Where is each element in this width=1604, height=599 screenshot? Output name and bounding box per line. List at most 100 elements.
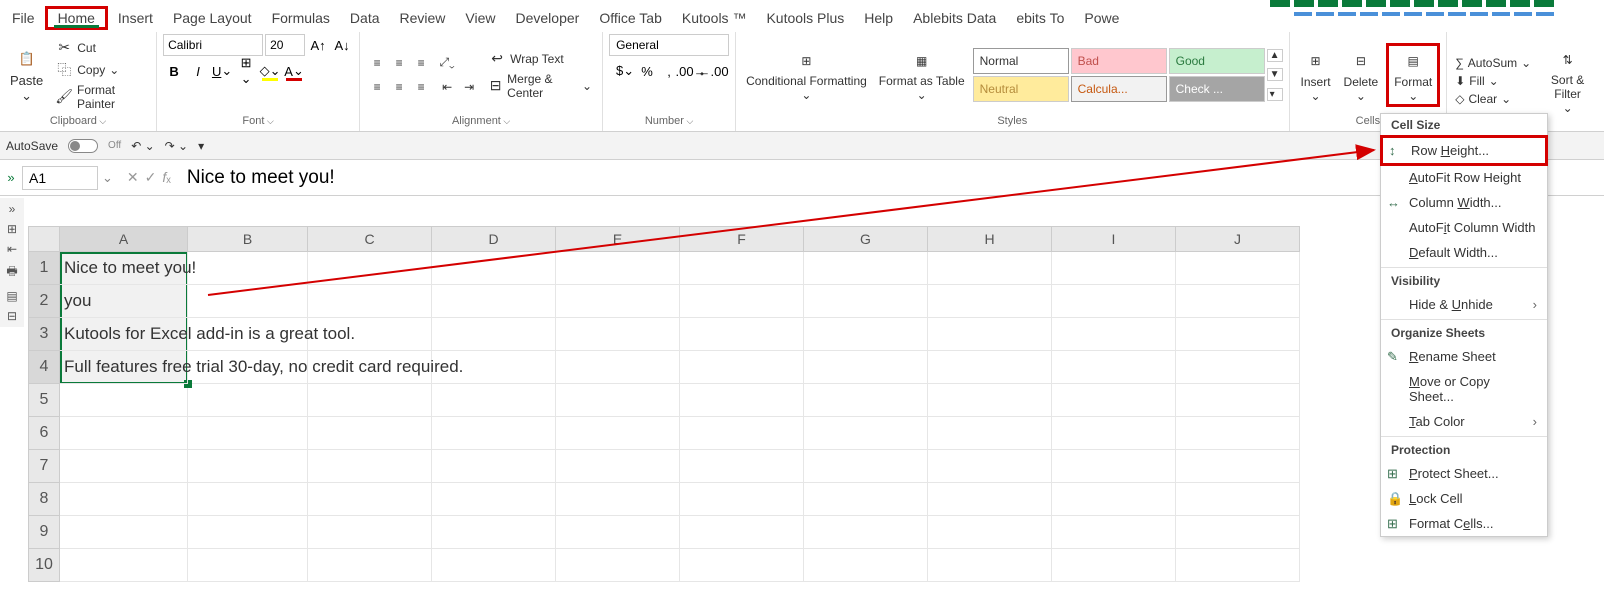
cell-B6[interactable] [188,417,308,450]
tab-office-tab[interactable]: Office Tab [589,6,672,30]
cell-F10[interactable] [680,549,804,582]
tab-review[interactable]: Review [390,6,456,30]
align-middle-button[interactable]: ≡ [388,52,410,74]
format-as-table-button[interactable]: ▦ Format as Table⌄ [875,47,969,102]
cell-J3[interactable] [1176,318,1300,351]
col-header-H[interactable]: H [928,226,1052,252]
tab-powe[interactable]: Powe [1074,6,1129,30]
cell-style-bad[interactable]: Bad [1071,48,1167,74]
cell-A6[interactable] [60,417,188,450]
increase-indent-button[interactable]: ⇥ [458,76,480,98]
paste-button[interactable]: 📋 Paste⌄ [6,43,47,106]
border-button[interactable]: ⊞ ⌄ [235,60,257,82]
cell-G4[interactable] [804,351,928,384]
cell-B9[interactable] [188,516,308,549]
col-header-D[interactable]: D [432,226,556,252]
cell-A3[interactable]: Kutools for Excel add-in is a great tool… [60,318,188,351]
tab-insert[interactable]: Insert [108,6,163,30]
redo-button[interactable]: ↷ ⌄ [165,139,188,153]
cell-style-normal[interactable]: Normal [973,48,1069,74]
menu-item-hide-unhide[interactable]: Hide & Unhide [1381,292,1547,317]
cell-B2[interactable] [188,285,308,318]
menu-item-protect-sheet[interactable]: ⊞Protect Sheet... [1381,461,1547,486]
fill-color-button[interactable]: ◇ ⌄ [259,60,281,82]
fill-button[interactable]: ⬇Fill ⌄ [1453,73,1533,89]
cell-I2[interactable] [1052,285,1176,318]
col-header-I[interactable]: I [1052,226,1176,252]
side-icon-6[interactable]: ⊟ [2,309,22,323]
menu-item-autofit-column-width[interactable]: AutoFit Column Width [1381,215,1547,240]
cell-H2[interactable] [928,285,1052,318]
cell-A1[interactable]: Nice to meet you! [60,252,188,285]
cell-D9[interactable] [432,516,556,549]
cell-D10[interactable] [432,549,556,582]
side-icon-3[interactable]: ⇤ [2,242,22,256]
tab-page-layout[interactable]: Page Layout [163,6,262,30]
cell-H4[interactable] [928,351,1052,384]
row-header-8[interactable]: 8 [28,483,60,516]
cell-F7[interactable] [680,450,804,483]
menu-item-format-cells[interactable]: ⊞Format Cells... [1381,511,1547,536]
group-label-clipboard[interactable]: Clipboard [50,115,106,129]
cell-styles-gallery[interactable]: NormalBadGoodNeutralCalcula...Check ... [973,48,1265,102]
row-header-10[interactable]: 10 [28,549,60,582]
merge-center-button[interactable]: ⊟Merge & Center ⌄ [484,71,596,101]
tab-view[interactable]: View [455,6,505,30]
side-icon-4[interactable]: 🖶 [2,262,22,283]
select-all-corner[interactable] [28,226,60,252]
row-header-9[interactable]: 9 [28,516,60,549]
cell-I7[interactable] [1052,450,1176,483]
cell-H10[interactable] [928,549,1052,582]
cell-B10[interactable] [188,549,308,582]
cell-I5[interactable] [1052,384,1176,417]
enter-formula-button[interactable]: ✓ [145,169,157,186]
cell-G9[interactable] [804,516,928,549]
cell-A4[interactable]: Full features free trial 30-day, no cred… [60,351,188,384]
side-icon-1[interactable]: » [2,202,22,216]
cell-A8[interactable] [60,483,188,516]
group-label-font[interactable]: Font [242,115,273,129]
collapse-ribbon-arrow[interactable]: » [0,170,22,185]
increase-font-button[interactable]: A↑ [307,34,329,56]
col-header-G[interactable]: G [804,226,928,252]
cell-D7[interactable] [432,450,556,483]
cell-C5[interactable] [308,384,432,417]
cell-style-good[interactable]: Good [1169,48,1265,74]
menu-item-column-width[interactable]: ↔Column Width... [1381,190,1547,215]
insert-cells-button[interactable]: ⊞Insert⌄ [1296,47,1336,103]
conditional-formatting-button[interactable]: ⊞ Conditional Formatting⌄ [742,47,871,102]
cell-C10[interactable] [308,549,432,582]
cell-E6[interactable] [556,417,680,450]
col-header-F[interactable]: F [680,226,804,252]
cell-F2[interactable] [680,285,804,318]
tab-help[interactable]: Help [854,6,903,30]
cell-D6[interactable] [432,417,556,450]
col-header-J[interactable]: J [1176,226,1300,252]
cell-A9[interactable] [60,516,188,549]
cell-F8[interactable] [680,483,804,516]
wrap-text-button[interactable]: ↩Wrap Text [484,49,596,69]
cell-J7[interactable] [1176,450,1300,483]
cell-E3[interactable] [556,318,680,351]
cell-E7[interactable] [556,450,680,483]
cell-B8[interactable] [188,483,308,516]
row-header-6[interactable]: 6 [28,417,60,450]
cell-C6[interactable] [308,417,432,450]
cell-D3[interactable] [432,318,556,351]
row-header-7[interactable]: 7 [28,450,60,483]
cell-G3[interactable] [804,318,928,351]
cell-E1[interactable] [556,252,680,285]
align-right-button[interactable]: ≡ [410,76,432,98]
cell-J9[interactable] [1176,516,1300,549]
number-format-select[interactable] [609,34,729,56]
cell-F3[interactable] [680,318,804,351]
cell-H9[interactable] [928,516,1052,549]
font-color-button[interactable]: A ⌄ [283,60,305,82]
col-header-C[interactable]: C [308,226,432,252]
tab-data[interactable]: Data [340,6,390,30]
cell-A7[interactable] [60,450,188,483]
cell-C7[interactable] [308,450,432,483]
cell-H7[interactable] [928,450,1052,483]
side-icon-5[interactable]: ▤ [2,289,22,303]
cell-C1[interactable] [308,252,432,285]
